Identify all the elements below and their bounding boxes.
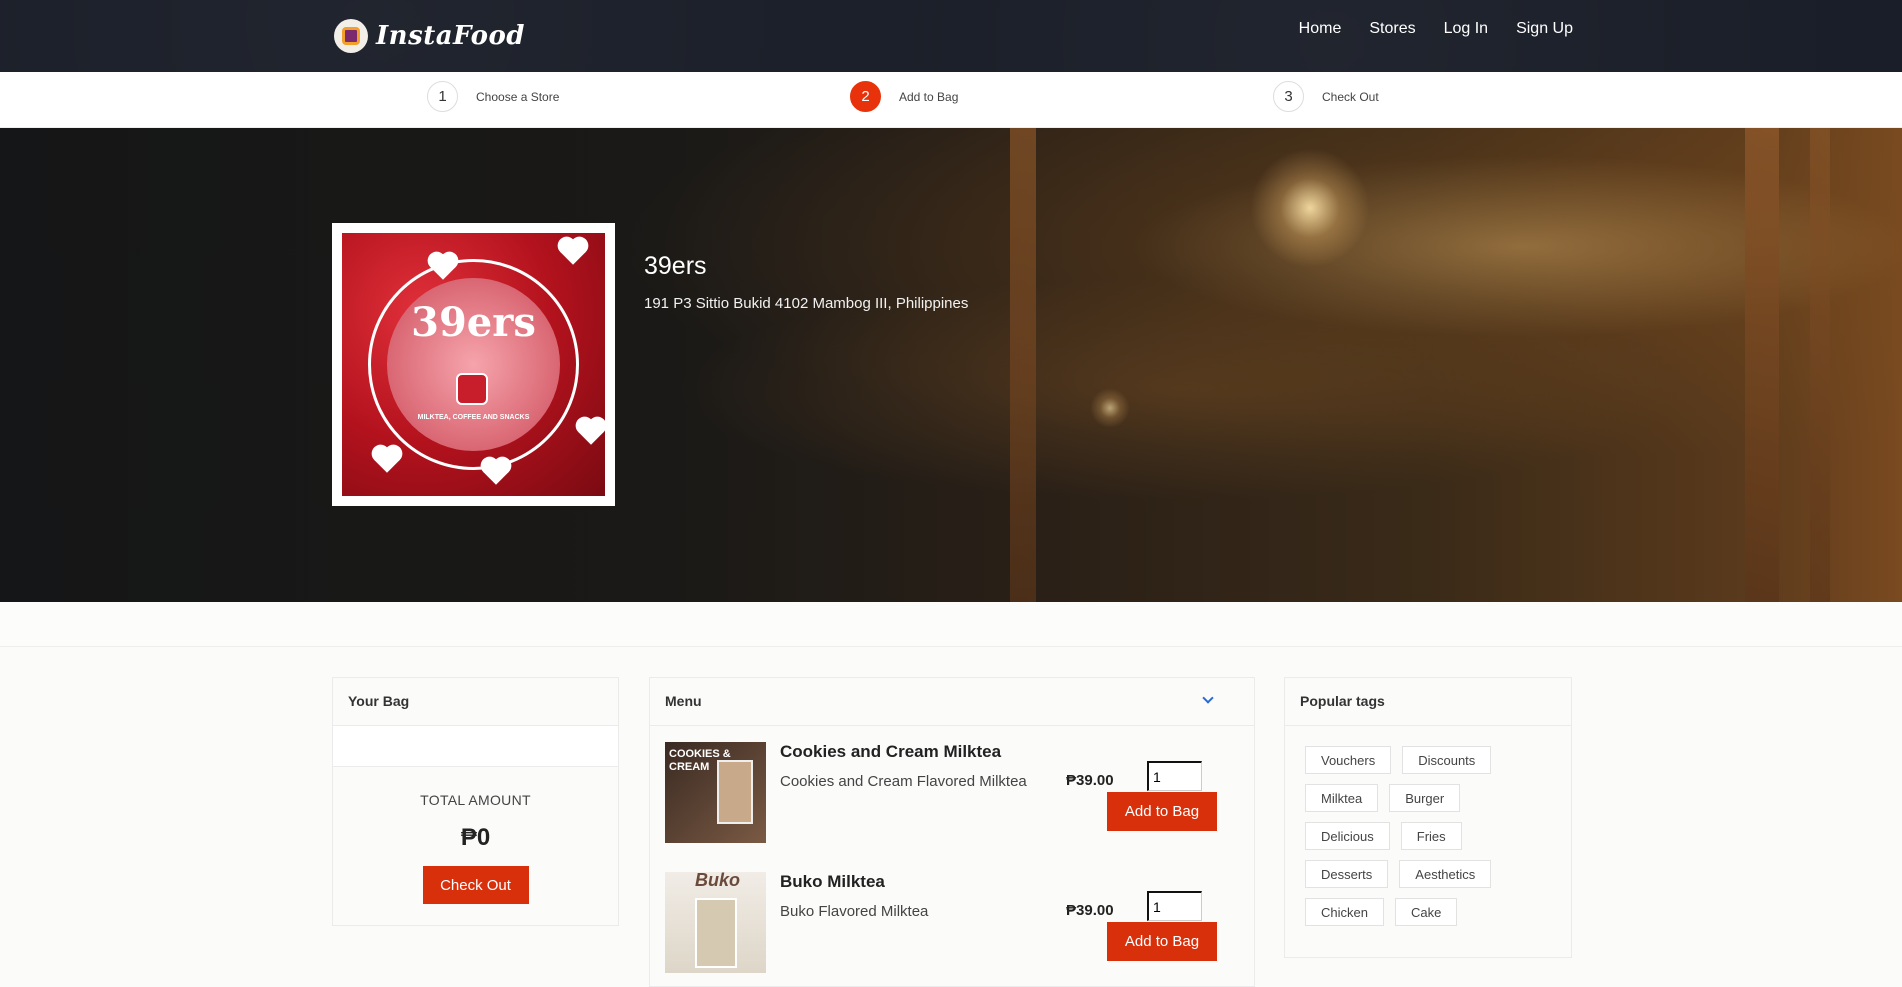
check-out-button[interactable]: Check Out <box>422 866 529 904</box>
step-number: 1 <box>427 81 458 112</box>
menu-item-price: ₱39.00 <box>1066 902 1114 919</box>
background-light-glow <box>1250 148 1370 268</box>
popular-tags-panel: Popular tags Vouchers Discounts Milktea … <box>1284 677 1572 958</box>
chevron-down-icon[interactable] <box>1202 692 1214 704</box>
tag-desserts[interactable]: Desserts <box>1305 860 1389 888</box>
tag-vouchers[interactable]: Vouchers <box>1305 746 1392 774</box>
background-decor <box>1224 207 1248 246</box>
store-logo-subtitle: MILKTEA, COFFEE AND SNACKS <box>417 414 530 421</box>
tag-burger[interactable]: Burger <box>1389 784 1461 812</box>
menu-item: COOKIES & CREAM Cookies and Cream Milkte… <box>665 742 1240 846</box>
background-beam <box>1745 128 1779 602</box>
add-to-bag-button[interactable]: Add to Bag <box>1107 922 1217 961</box>
bag-items-list <box>333 726 618 767</box>
heart-icon <box>560 239 586 265</box>
nav-login-link[interactable]: Log In <box>1444 20 1488 38</box>
tag-chicken[interactable]: Chicken <box>1305 898 1384 926</box>
nav-links: Home Stores Log In Sign Up <box>1299 20 1573 38</box>
menu-item-name: Buko Milktea <box>780 872 885 891</box>
step-label: Add to Bag <box>899 89 959 104</box>
total-amount-value: ₱0 <box>460 824 491 851</box>
milktea-cup-icon <box>717 760 753 824</box>
buko-milktea-image: Buko <box>665 872 766 973</box>
store-logo-image: 39ers MILKTEA, COFFEE AND SNACKS <box>342 233 605 496</box>
brand-name: InstaFood <box>376 21 525 51</box>
nav-stores-link[interactable]: Stores <box>1369 20 1415 38</box>
background-beam <box>1810 128 1830 602</box>
step-add-to-bag: 2 Add to Bag <box>850 81 958 112</box>
nav-signup-link[interactable]: Sign Up <box>1516 20 1573 38</box>
cookies-and-cream-image: COOKIES & CREAM <box>665 742 766 843</box>
tag-cake[interactable]: Cake <box>1394 898 1458 926</box>
quantity-input[interactable] <box>1147 761 1202 791</box>
store-address: 191 P3 Sittio Bukid 4102 Mambog III, Phi… <box>644 295 969 312</box>
tag-milktea[interactable]: Milktea <box>1305 784 1379 812</box>
menu-item-name: Cookies and Cream Milktea <box>780 742 1002 761</box>
step-choose-store: 1 Choose a Store <box>427 81 559 112</box>
tag-discounts[interactable]: Discounts <box>1402 746 1492 774</box>
nav-home-link[interactable]: Home <box>1299 20 1342 38</box>
popular-tags-title: Popular tags <box>1285 678 1571 726</box>
brand-logo-link[interactable]: InstaFood <box>334 18 525 54</box>
heart-icon <box>483 459 509 485</box>
tag-delicious[interactable]: Delicious <box>1305 822 1390 850</box>
coffee-cup-icon <box>456 373 488 405</box>
store-name: 39ers <box>644 252 707 280</box>
menu-item-price: ₱39.00 <box>1066 772 1114 789</box>
step-check-out: 3 Check Out <box>1273 81 1379 112</box>
order-steps-bar: 1 Choose a Store 2 Add to Bag 3 Check Ou… <box>0 72 1902 128</box>
section-divider <box>0 602 1902 647</box>
menu-item: Buko Buko Milktea Buko Flavored Milktea … <box>665 872 1240 976</box>
heart-icon <box>578 419 604 445</box>
tag-list: Vouchers Discounts Milktea Burger Delici… <box>1285 726 1565 926</box>
menu-panel: Menu COOKIES & CREAM Cookies and Cream M… <box>649 677 1255 987</box>
menu-header[interactable]: Menu <box>650 678 1254 726</box>
step-number-active: 2 <box>850 81 881 112</box>
step-number: 3 <box>1273 81 1304 112</box>
store-logo-card: 39ers MILKTEA, COFFEE AND SNACKS <box>332 223 615 506</box>
step-label: Choose a Store <box>476 89 560 104</box>
menu-item-description: Buko Flavored Milktea <box>780 903 929 920</box>
milktea-cup-icon <box>695 898 737 968</box>
tag-aesthetics[interactable]: Aesthetics <box>1399 860 1492 888</box>
step-label: Check Out <box>1322 89 1379 104</box>
total-amount-label: TOTAL AMOUNT <box>420 792 531 808</box>
your-bag-panel: Your Bag TOTAL AMOUNT ₱0 Check Out <box>332 677 619 926</box>
menu-title: Menu <box>665 693 702 709</box>
top-navbar: InstaFood Home Stores Log In Sign Up <box>0 0 1902 72</box>
background-beam <box>1010 128 1036 602</box>
heart-icon <box>374 447 400 473</box>
your-bag-title: Your Bag <box>333 678 618 726</box>
tag-fries[interactable]: Fries <box>1400 822 1462 850</box>
background-light-glow <box>1090 388 1130 428</box>
quantity-input[interactable] <box>1147 891 1202 921</box>
store-logo-text: 39ers <box>411 299 536 346</box>
menu-item-description: Cookies and Cream Flavored Milktea <box>780 773 1027 790</box>
store-hero-banner: 39ers MILKTEA, COFFEE AND SNACKS 39ers 1… <box>0 128 1902 602</box>
instafood-logo-icon <box>334 19 368 53</box>
add-to-bag-button[interactable]: Add to Bag <box>1107 792 1217 831</box>
